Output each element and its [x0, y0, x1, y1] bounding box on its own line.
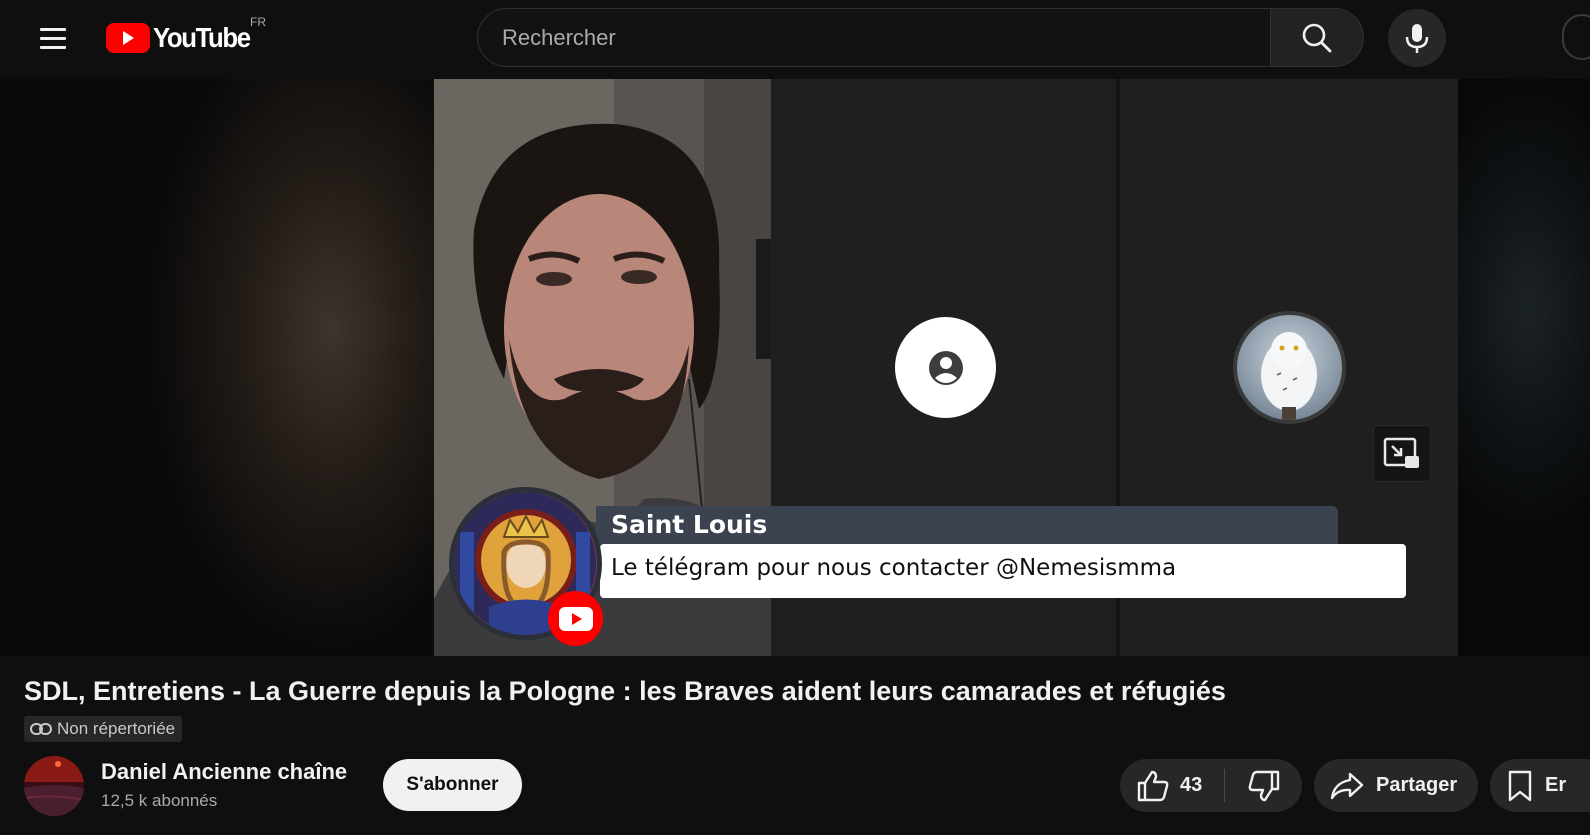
video-title: SDL, Entretiens - La Guerre depuis la Po… [24, 676, 1226, 706]
youtube-logo-text: YouTube [153, 22, 251, 53]
lower-third-name: Saint Louis [611, 510, 768, 539]
subscriber-count: 12,5 k abonnés [101, 791, 218, 810]
share-arrow-icon [1330, 772, 1364, 799]
save-label: Er [1545, 774, 1567, 796]
like-button[interactable]: 43 [1120, 759, 1225, 812]
search-box[interactable] [477, 8, 1270, 67]
voice-search-button[interactable] [1388, 9, 1446, 67]
microphone-icon [1405, 24, 1429, 53]
subscribe-button[interactable]: S'abonner [383, 759, 522, 811]
minimize-pip-icon [1383, 437, 1419, 468]
visibility-label: Non répertoriée [57, 719, 176, 738]
thumbs-up-icon [1137, 770, 1169, 801]
video-player[interactable]: Saint Louis Le télégram pour nous contac… [0, 79, 1590, 656]
picture-in-picture-button[interactable] [1373, 425, 1431, 482]
bookmark-icon [1508, 770, 1532, 801]
dislike-button[interactable] [1225, 759, 1302, 812]
visibility-badge: Non répertoriée [24, 716, 183, 742]
channel-name[interactable]: Daniel Ancienne chaîne [101, 759, 347, 785]
youtube-logo[interactable]: YouTube [106, 20, 258, 56]
share-label: Partager [1376, 774, 1458, 796]
country-code: FR [250, 15, 266, 29]
youtube-play-icon [106, 23, 150, 53]
hamburger-menu-icon[interactable] [30, 18, 76, 58]
youtube-badge-icon [548, 591, 603, 646]
like-dislike-group: 43 [1120, 759, 1302, 812]
masthead: YouTube FR [0, 0, 1590, 79]
lower-third-message: Le télégram pour nous contacter @Nemesis… [611, 555, 1177, 581]
search-button[interactable] [1270, 8, 1364, 67]
create-button-partial[interactable] [1562, 14, 1590, 60]
search-icon [1302, 23, 1332, 52]
thumbs-down-icon [1248, 770, 1279, 801]
user-placeholder-icon [895, 317, 996, 418]
link-icon [30, 723, 52, 735]
ambient-blur-right [1458, 79, 1590, 656]
save-button[interactable]: Er [1490, 759, 1590, 812]
ambient-blur-left [0, 79, 434, 656]
channel-avatar[interactable] [24, 756, 84, 816]
search-input[interactable] [478, 9, 1270, 66]
share-button[interactable]: Partager [1314, 759, 1478, 812]
owl-avatar [1233, 311, 1346, 424]
like-count: 43 [1180, 774, 1203, 796]
lower-third-name-bar: Saint Louis [596, 506, 1338, 544]
lower-third-message-bar: Le télégram pour nous contacter @Nemesis… [600, 544, 1406, 598]
